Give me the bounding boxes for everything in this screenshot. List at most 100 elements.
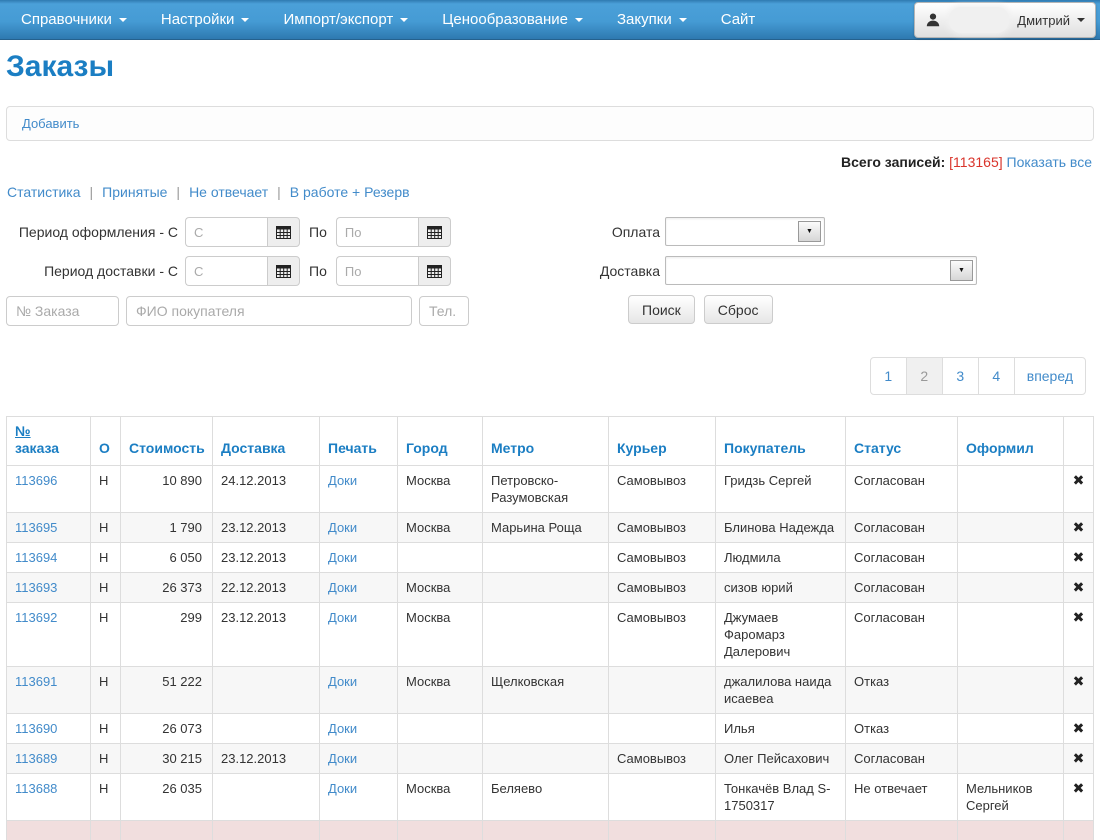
order-id-cell: 113690 (6, 713, 91, 744)
add-button[interactable]: Добавить (22, 116, 79, 131)
filter-link[interactable]: Статистика (7, 184, 81, 200)
caret-down-icon (1077, 18, 1085, 22)
column-header[interactable]: № заказа (6, 416, 91, 466)
order-id-link[interactable]: 113689 (15, 751, 57, 766)
docs-link[interactable]: Доки (328, 580, 357, 595)
next-page-button[interactable]: вперед (1013, 357, 1086, 395)
calendar-icon[interactable] (417, 217, 451, 247)
order-id-link[interactable]: 113694 (15, 550, 57, 565)
empty-cell (845, 820, 958, 840)
buyer-name-input[interactable] (126, 296, 412, 326)
remove-icon[interactable]: ✖ (1073, 549, 1085, 565)
docs-link[interactable]: Доки (328, 721, 357, 736)
order-metro-cell (482, 713, 609, 744)
order-city-cell (397, 542, 483, 573)
order-manager-cell (957, 743, 1064, 774)
user-menu-button[interactable]: Дмитрий (914, 2, 1096, 38)
filter-link[interactable]: Принятые (102, 184, 167, 200)
order-buyer-cell: Гридзь Сергей (715, 465, 846, 513)
table-header-row: № заказа О Стоимость Доставка Печать Город Метр… (6, 416, 1094, 466)
payment-select[interactable]: ▼ (665, 217, 825, 246)
calendar-icon[interactable] (417, 256, 451, 286)
order-cost-cell: 26 073 (120, 713, 213, 744)
caret-down-icon (118, 17, 127, 22)
sort-link: № (15, 423, 31, 439)
top-navbar: Справочники Настройки Импорт/экспорт Ценооб… (0, 0, 1100, 40)
filter-link[interactable]: В работе + Резерв (290, 184, 410, 200)
order-remove-cell: ✖ (1063, 542, 1094, 573)
docs-link[interactable]: Доки (328, 550, 357, 565)
order-status-cell: Согласован (845, 572, 958, 603)
docs-link[interactable]: Доки (328, 520, 357, 535)
remove-icon[interactable]: ✖ (1073, 750, 1085, 766)
remove-icon[interactable]: ✖ (1073, 720, 1085, 736)
period-delivery-label: Период доставки - С (44, 263, 178, 279)
order-remove-cell: ✖ (1063, 713, 1094, 744)
order-id-link[interactable]: 113691 (15, 674, 57, 689)
order-cost-cell: 10 890 (120, 465, 213, 513)
remove-icon[interactable]: ✖ (1073, 472, 1085, 488)
reset-button[interactable]: Сброс (703, 295, 773, 324)
page-button-1[interactable]: 1 (869, 357, 907, 395)
order-buyer-cell: Олег Пейсахович (715, 743, 846, 774)
order-id-link[interactable]: 113693 (15, 580, 57, 595)
order-city-cell: Москва (397, 666, 483, 714)
nav-item-импорт/экспорт[interactable]: Импорт/экспорт (266, 0, 425, 39)
phone-input[interactable] (419, 296, 469, 326)
calendar-icon[interactable] (267, 217, 300, 247)
nav-item-справочники[interactable]: Справочники (4, 0, 144, 39)
order-print-cell: Доки (319, 713, 398, 744)
nav-item-сайт[interactable]: Сайт (704, 0, 773, 39)
order-flag-cell: Н (90, 773, 121, 821)
table-row: 113689 Н 30 215 23.12.2013 Доки Самовывоз Олег… (6, 743, 1094, 774)
remove-icon[interactable]: ✖ (1073, 579, 1085, 595)
docs-link[interactable]: Доки (328, 473, 357, 488)
delivery-select[interactable]: ▼ (665, 256, 977, 285)
order-id-link[interactable]: 113696 (15, 473, 57, 488)
order-id-cell: 113695 (6, 512, 91, 543)
order-id-link[interactable]: 113690 (15, 721, 57, 736)
delivery-from-input[interactable] (185, 256, 267, 286)
registration-to-input[interactable] (335, 217, 418, 247)
nav-item-закупки[interactable]: Закупки (600, 0, 704, 39)
filter-link[interactable]: Не отвечает (189, 184, 268, 200)
nav-item-настройки[interactable]: Настройки (144, 0, 267, 39)
table-row: 113695 Н 1 790 23.12.2013 Доки Москва Марьина … (6, 512, 1094, 543)
docs-link[interactable]: Доки (328, 751, 357, 766)
order-buyer-cell: Джумаев Фаромарз Далерович (715, 602, 846, 667)
search-button[interactable]: Поиск (628, 295, 695, 324)
remove-icon[interactable]: ✖ (1073, 780, 1085, 796)
empty-cell (482, 820, 609, 840)
order-flag-cell: Н (90, 713, 121, 744)
order-id-cell: 113691 (6, 666, 91, 714)
remove-icon[interactable]: ✖ (1073, 519, 1085, 535)
calendar-icon[interactable] (267, 256, 300, 286)
docs-link[interactable]: Доки (328, 610, 357, 625)
order-city-cell: Москва (397, 465, 483, 513)
order-id-cell: 113696 (6, 465, 91, 513)
table-row: 113693 Н 26 373 22.12.2013 Доки Москва Самовыв… (6, 572, 1094, 603)
delivery-to-input[interactable] (335, 256, 418, 286)
empty-cell (957, 820, 1064, 840)
order-city-cell: Москва (397, 572, 483, 603)
order-id-link[interactable]: 113692 (15, 610, 57, 625)
period-registration-label: Период оформления - С (18, 224, 178, 240)
order-number-input[interactable] (6, 296, 119, 326)
registration-from-input[interactable] (185, 217, 267, 247)
order-id-link[interactable]: 113688 (15, 781, 57, 796)
remove-icon[interactable]: ✖ (1073, 609, 1085, 625)
docs-link[interactable]: Доки (328, 674, 357, 689)
page-button-3[interactable]: 3 (941, 357, 979, 395)
show-all-link[interactable]: Показать все (1007, 154, 1092, 170)
pagination: 1 2 3 4 вперед (6, 357, 1086, 395)
empty-cell (1063, 820, 1094, 840)
order-remove-cell: ✖ (1063, 666, 1094, 714)
empty-cell (212, 820, 320, 840)
page-button-4[interactable]: 4 (977, 357, 1015, 395)
nav-item-ценообразование[interactable]: Ценообразование (425, 0, 600, 39)
empty-cell (6, 820, 91, 840)
order-id-link[interactable]: 113695 (15, 520, 57, 535)
column-header: Курьер (608, 416, 716, 466)
remove-icon[interactable]: ✖ (1073, 673, 1085, 689)
docs-link[interactable]: Доки (328, 781, 357, 796)
